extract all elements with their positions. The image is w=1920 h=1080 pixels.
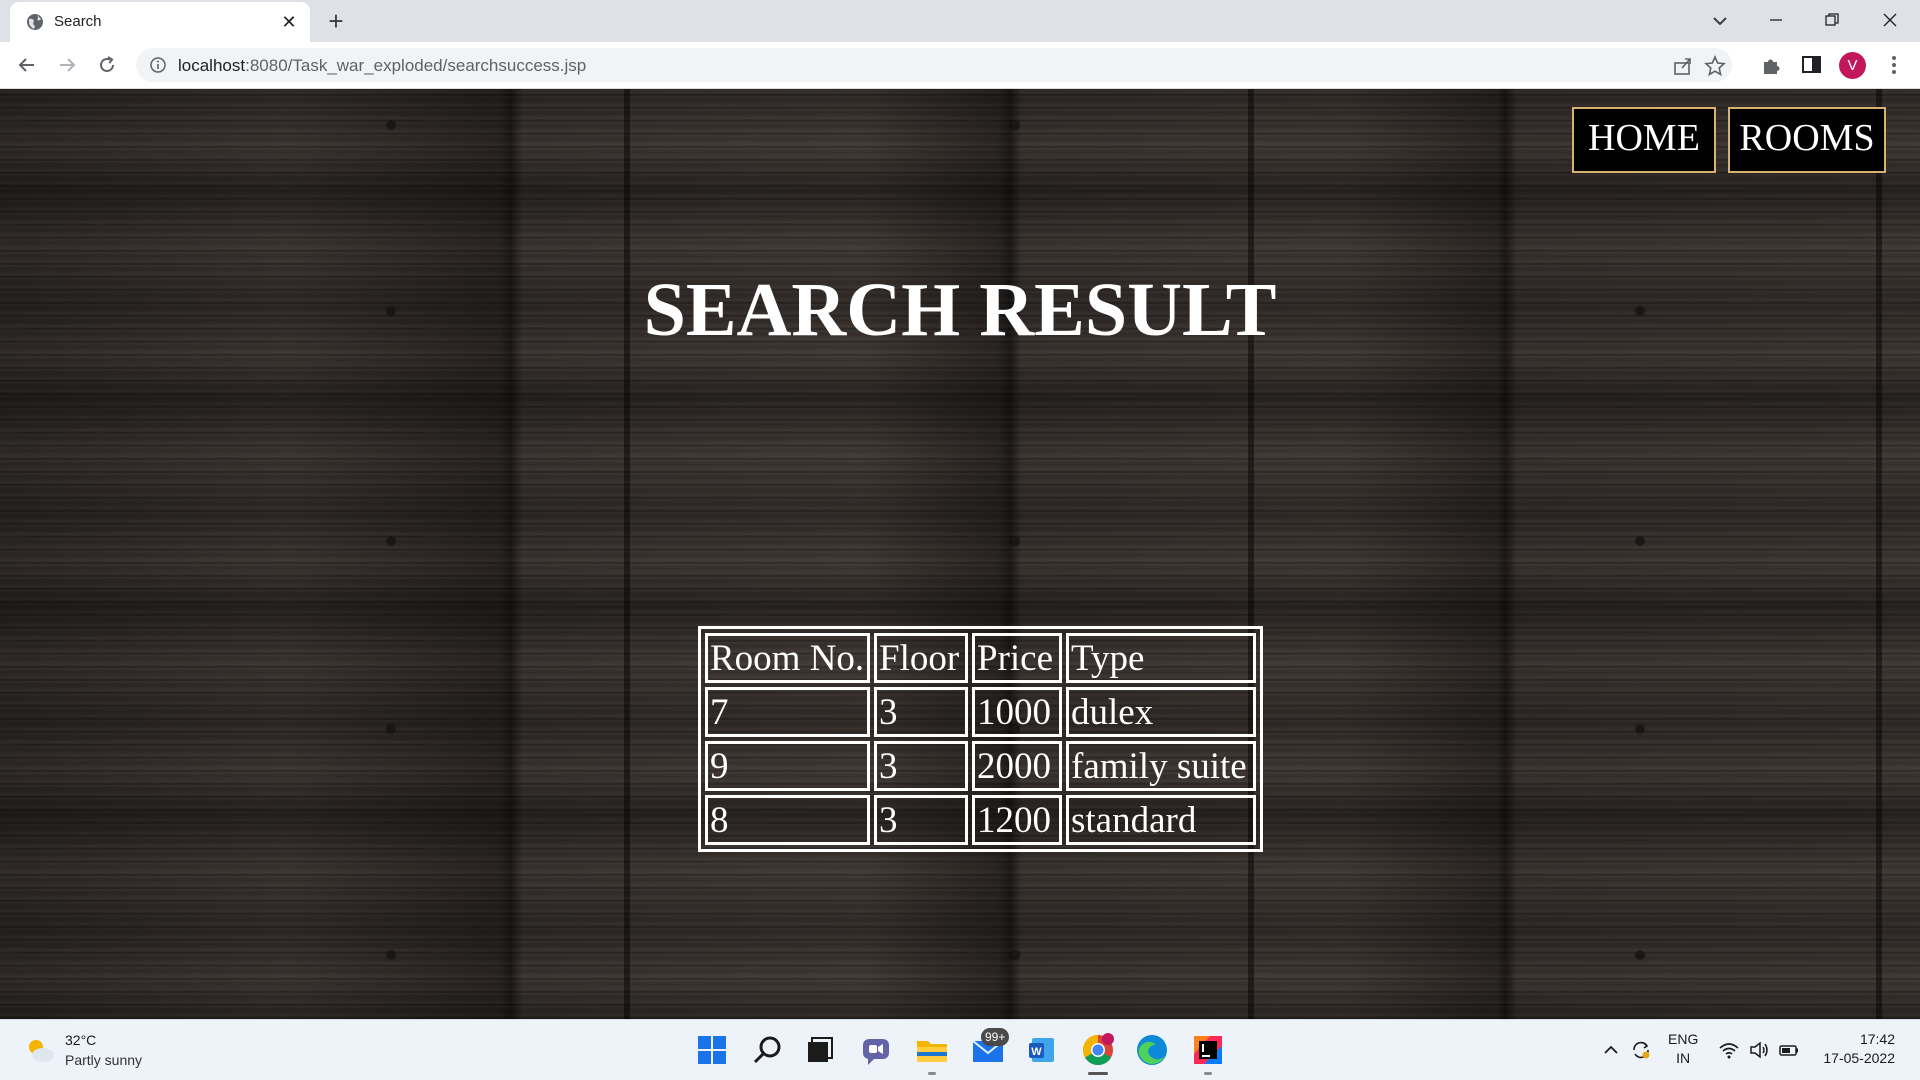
globe-icon [27, 14, 43, 30]
system-clock[interactable]: 17:42 17-05-2022 [1815, 1030, 1895, 1068]
cell-type: dulex [1066, 687, 1256, 737]
table-row: 9 3 2000 family suite [705, 741, 1256, 791]
url-host: localhost [178, 56, 246, 75]
cell-room-no: 9 [705, 741, 870, 791]
browser-tab-strip: Search ✕ + [0, 0, 1920, 42]
back-button[interactable] [12, 50, 42, 80]
page-title: SEARCH RESULT [643, 268, 1277, 352]
minimize-button[interactable] [1748, 0, 1804, 40]
wood-nail [387, 537, 395, 545]
language-indicator[interactable]: ENG IN [1668, 1030, 1698, 1068]
table-header-row: Room No. Floor Price Type [705, 633, 1256, 683]
tab-close-icon[interactable]: ✕ [278, 11, 300, 33]
cell-floor: 3 [874, 795, 968, 845]
browser-toolbar: localhost:8080/Task_war_exploded/searchs… [0, 42, 1920, 89]
wood-plank-seam [1248, 89, 1254, 1019]
running-indicator [1088, 1072, 1108, 1075]
wood-nail [1011, 121, 1019, 129]
taskbar: 32°C Partly sunny 99+ W ENG IN 17:42 17-… [0, 1019, 1920, 1080]
share-icon[interactable] [1672, 55, 1694, 77]
weather-condition[interactable]: Partly sunny [65, 1052, 142, 1068]
running-indicator [928, 1072, 936, 1075]
wood-nail [1636, 725, 1644, 733]
edge-icon[interactable] [1134, 1032, 1170, 1068]
extensions-puzzle-icon[interactable] [1760, 53, 1784, 77]
word-icon[interactable]: W [1024, 1032, 1060, 1068]
url-text[interactable]: localhost:8080/Task_war_exploded/searchs… [178, 56, 586, 76]
mail-unread-badge: 99+ [981, 1028, 1010, 1046]
file-explorer-icon[interactable] [914, 1032, 950, 1068]
svg-text:W: W [1031, 1046, 1042, 1058]
bookmark-star-icon[interactable] [1704, 55, 1726, 77]
cell-price: 1200 [972, 795, 1062, 845]
wood-nail [1636, 537, 1644, 545]
column-header-room-no: Room No. [705, 633, 870, 683]
language-region: IN [1676, 1050, 1691, 1066]
nav-home-link[interactable]: HOME [1572, 107, 1716, 173]
wood-plank-seam [1876, 89, 1882, 1019]
restore-icon [1825, 13, 1839, 26]
show-hidden-icons-chevron-icon[interactable] [1600, 1039, 1622, 1061]
clock-date: 17-05-2022 [1823, 1050, 1895, 1066]
table-row: 8 3 1200 standard [705, 795, 1256, 845]
tab-search-chevron-icon[interactable] [1706, 8, 1734, 34]
url-path: :8080/Task_war_exploded/searchsuccess.js… [245, 56, 587, 75]
battery-icon[interactable] [1778, 1039, 1800, 1061]
minimize-icon [1770, 19, 1782, 21]
side-panel-icon[interactable] [1800, 53, 1824, 77]
cell-type: standard [1066, 795, 1256, 845]
chrome-icon[interactable] [1080, 1032, 1116, 1068]
column-header-floor: Floor [874, 633, 968, 683]
address-bar[interactable]: localhost:8080/Task_war_exploded/searchs… [136, 48, 1732, 82]
wood-nail [387, 951, 395, 959]
running-indicator [1204, 1072, 1212, 1075]
page-content: HOME ROOMS SEARCH RESULT Room No. Floor … [0, 89, 1920, 1019]
wood-plank-seam [624, 89, 630, 1019]
back-arrow-icon [18, 58, 34, 72]
forward-arrow-icon [60, 58, 76, 72]
cell-floor: 3 [874, 741, 968, 791]
wood-nail [387, 121, 395, 129]
search-icon[interactable] [750, 1032, 786, 1068]
cell-room-no: 7 [705, 687, 870, 737]
table-row: 7 3 1000 dulex [705, 687, 1256, 737]
wood-nail [1011, 951, 1019, 959]
language-code: ENG [1668, 1031, 1699, 1047]
wifi-icon[interactable] [1718, 1039, 1740, 1061]
tab-title: Search [54, 13, 102, 30]
windows-start-icon[interactable] [694, 1032, 730, 1068]
sync-icon[interactable] [1630, 1039, 1652, 1061]
wood-nail [1636, 951, 1644, 959]
browser-tab[interactable]: Search ✕ [10, 2, 310, 42]
restore-button[interactable] [1804, 0, 1860, 40]
cell-room-no: 8 [705, 795, 870, 845]
reload-button[interactable] [92, 50, 122, 80]
cell-price: 1000 [972, 687, 1062, 737]
teams-chat-icon[interactable] [858, 1032, 894, 1068]
column-header-price: Price [972, 633, 1062, 683]
partly-sunny-icon[interactable] [24, 1035, 56, 1065]
task-view-icon[interactable] [802, 1032, 838, 1068]
profile-avatar[interactable]: V [1839, 52, 1866, 79]
close-icon [1883, 13, 1897, 27]
cell-floor: 3 [874, 687, 968, 737]
column-header-type: Type [1066, 633, 1256, 683]
cell-type: family suite [1066, 741, 1256, 791]
forward-button[interactable] [52, 50, 82, 80]
weather-temperature[interactable]: 32°C [65, 1032, 96, 1048]
wood-nail [1011, 537, 1019, 545]
site-info-icon[interactable] [150, 57, 166, 73]
search-results-table: Room No. Floor Price Type 7 3 1000 dulex… [698, 626, 1263, 852]
intellij-idea-icon[interactable] [1190, 1032, 1226, 1068]
wood-nail [387, 725, 395, 733]
close-window-button[interactable] [1862, 0, 1918, 40]
new-tab-button[interactable]: + [320, 6, 352, 38]
cell-price: 2000 [972, 741, 1062, 791]
volume-icon[interactable] [1748, 1039, 1770, 1061]
clock-time: 17:42 [1859, 1031, 1895, 1047]
nav-rooms-link[interactable]: ROOMS [1728, 107, 1886, 173]
more-menu-icon[interactable] [1882, 53, 1906, 77]
reload-icon [100, 56, 114, 72]
